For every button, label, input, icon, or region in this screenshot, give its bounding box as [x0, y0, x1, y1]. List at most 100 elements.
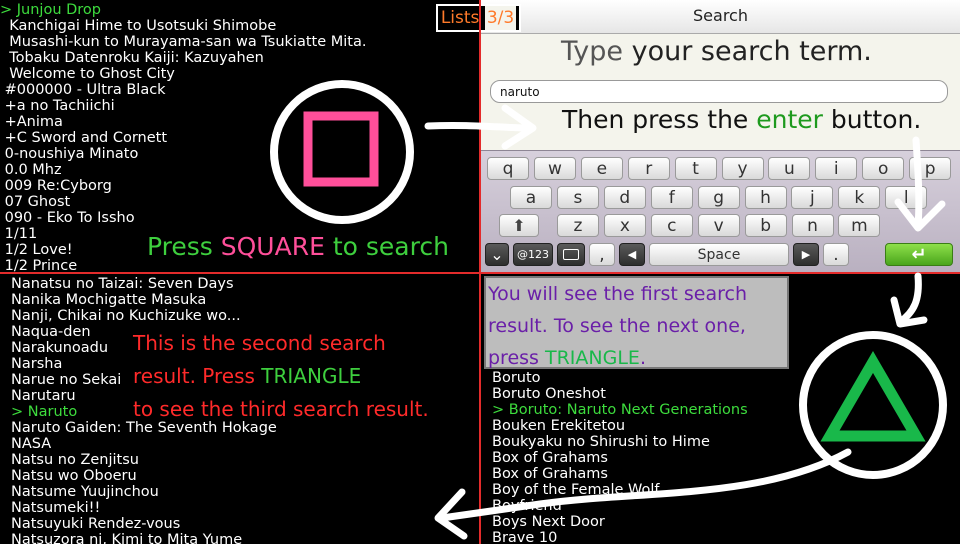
key-y[interactable]: y	[721, 157, 764, 180]
bottom-left-list-panel: Nanatsu no Taizai: Seven Days Nanika Moch…	[0, 274, 479, 544]
period-label: .	[833, 244, 839, 265]
key-o[interactable]: o	[862, 157, 905, 180]
keyboard-layout-key[interactable]	[557, 243, 585, 266]
search-titlebar: Search	[481, 0, 960, 34]
key-d[interactable]: d	[603, 186, 646, 209]
key-w[interactable]: w	[533, 157, 576, 180]
type-annotation: Type your search term.	[561, 36, 872, 67]
hide-keyboard-key[interactable]: ⌄	[485, 243, 509, 266]
cursor-right-key[interactable]: ▶	[793, 243, 819, 266]
list-item[interactable]: Bouken Erekitetou	[492, 418, 748, 434]
first-line-2: result. To see the next one,	[488, 315, 746, 337]
enter-icon: ↵	[911, 244, 927, 265]
first-line-3: press TRIANGLE.	[488, 342, 785, 374]
list-item[interactable]: Boy of the Female Wolf	[492, 482, 748, 498]
left-arrow-icon: ◀	[627, 248, 637, 261]
first-result-annotation: You will see the first search result. To…	[484, 276, 789, 369]
shift-key[interactable]: ⬆	[499, 214, 539, 237]
to-search-text: to search	[332, 232, 449, 261]
list-item[interactable]: Boyfriend	[492, 498, 748, 514]
square-word: SQUARE	[220, 232, 325, 261]
type-rest-text: your search term.	[631, 36, 872, 67]
key-h[interactable]: h	[744, 186, 787, 209]
key-f[interactable]: f	[650, 186, 693, 209]
list-item[interactable]: Natsumeki!!	[11, 500, 277, 516]
enter-key[interactable]: ↵	[885, 243, 953, 266]
key-j[interactable]: j	[791, 186, 834, 209]
space-key[interactable]: Space	[649, 243, 789, 266]
comma-label: ,	[599, 244, 605, 265]
key-l[interactable]: l	[885, 186, 928, 209]
keyboard-hide-icon: ⌄	[490, 245, 504, 264]
key-b[interactable]: b	[744, 214, 787, 237]
key-i[interactable]: i	[815, 157, 858, 180]
type-word: Type	[561, 36, 624, 67]
lists-count: 3/3	[484, 6, 517, 30]
vertical-divider	[479, 0, 481, 544]
list-item[interactable]: Brave 10	[492, 530, 748, 544]
list-item[interactable]: Natsuzora ni, Kimi to Mita Yume	[11, 532, 277, 544]
comma-key[interactable]: ,	[589, 243, 615, 266]
enter-word: enter	[756, 105, 823, 134]
press-text: Press	[147, 232, 213, 261]
enter-annotation: Then press the enter button.	[562, 105, 921, 134]
triangle-word: TRIANGLE	[261, 364, 362, 388]
list-item[interactable]: Box of Grahams	[492, 450, 748, 466]
list-item[interactable]: Box of Grahams	[492, 466, 748, 482]
second-line-3: to see the third search result.	[133, 397, 429, 421]
list-item[interactable]: NASA	[11, 436, 277, 452]
then-press-text: Then press the	[562, 105, 749, 134]
list-item[interactable]: Kanchigai Hime to Usotsuki Shimobe	[0, 18, 366, 34]
period-key[interactable]: .	[823, 243, 849, 266]
triangle-button-icon	[799, 331, 947, 479]
list-item[interactable]: > Junjou Drop	[0, 2, 366, 18]
key-s[interactable]: s	[556, 186, 599, 209]
key-u[interactable]: u	[768, 157, 811, 180]
key-p[interactable]: p	[909, 157, 952, 180]
numbers-key[interactable]: @123	[513, 243, 553, 266]
key-r[interactable]: r	[627, 157, 670, 180]
key-k[interactable]: k	[838, 186, 881, 209]
second-line-1: This is the second search	[133, 331, 386, 355]
key-e[interactable]: e	[580, 157, 623, 180]
key-m[interactable]: m	[838, 214, 881, 237]
list-item[interactable]: Boukyaku no Shirushi to Hime	[492, 434, 748, 450]
key-q[interactable]: q	[487, 157, 529, 180]
onscreen-keyboard: qwertyuiop asdfghjkl ⬆ zxcvbnm ⌄ @123 , …	[481, 150, 960, 272]
press-square-annotation: Press SQUARE to search	[147, 232, 449, 261]
list-item[interactable]: Natsume Yuujinchou	[11, 484, 277, 500]
key-a[interactable]: a	[510, 186, 552, 209]
list-item[interactable]: Boruto Oneshot	[492, 386, 748, 402]
key-n[interactable]: n	[791, 214, 834, 237]
list-item[interactable]: Natsuyuki Rendez-vous	[11, 516, 277, 532]
key-g[interactable]: g	[697, 186, 740, 209]
key-v[interactable]: v	[697, 214, 740, 237]
list-item[interactable]: Tobaku Datenroku Kaiji: Kazuyahen	[0, 50, 366, 66]
first-line-1: You will see the first search	[488, 283, 748, 305]
key-z[interactable]: z	[557, 214, 599, 237]
cursor-left-key[interactable]: ◀	[619, 243, 645, 266]
second-result-annotation: This is the second search result. Press …	[133, 327, 429, 426]
key-x[interactable]: x	[603, 214, 646, 237]
second-line-2-pre: result. Press	[133, 364, 255, 388]
first-line-3-post: .	[639, 347, 646, 369]
list-item[interactable]: > Boruto: Naruto Next Generations	[492, 402, 748, 418]
list-item[interactable]: Nanika Mochigatte Masuka	[11, 292, 277, 308]
list-item[interactable]: Boys Next Door	[492, 514, 748, 530]
list-item[interactable]: Natsu no Zenjitsu	[11, 452, 277, 468]
lists-label: Lists	[440, 8, 480, 28]
numbers-label: @123	[517, 248, 549, 261]
shift-icon: ⬆	[512, 216, 526, 235]
list-item[interactable]: Nanatsu no Taizai: Seven Days	[11, 276, 277, 292]
list-item[interactable]: Nanji, Chikai no Kuchizuke wo...	[11, 308, 277, 324]
list-item[interactable]: Natsu wo Oboeru	[11, 468, 277, 484]
search-input[interactable]	[490, 80, 948, 103]
space-label: Space	[697, 246, 741, 263]
triangle-word: TRIANGLE	[545, 347, 640, 369]
key-t[interactable]: t	[674, 157, 717, 180]
key-c[interactable]: c	[650, 214, 693, 237]
search-title: Search	[693, 6, 748, 25]
second-line-2: result. Press TRIANGLE	[133, 360, 429, 393]
list-item[interactable]: Musashi-kun to Murayama-san wa Tsukiatte…	[0, 34, 366, 50]
title-list: BorutoBorutoBoruto Oneshot> Boruto: Naru…	[492, 354, 748, 544]
